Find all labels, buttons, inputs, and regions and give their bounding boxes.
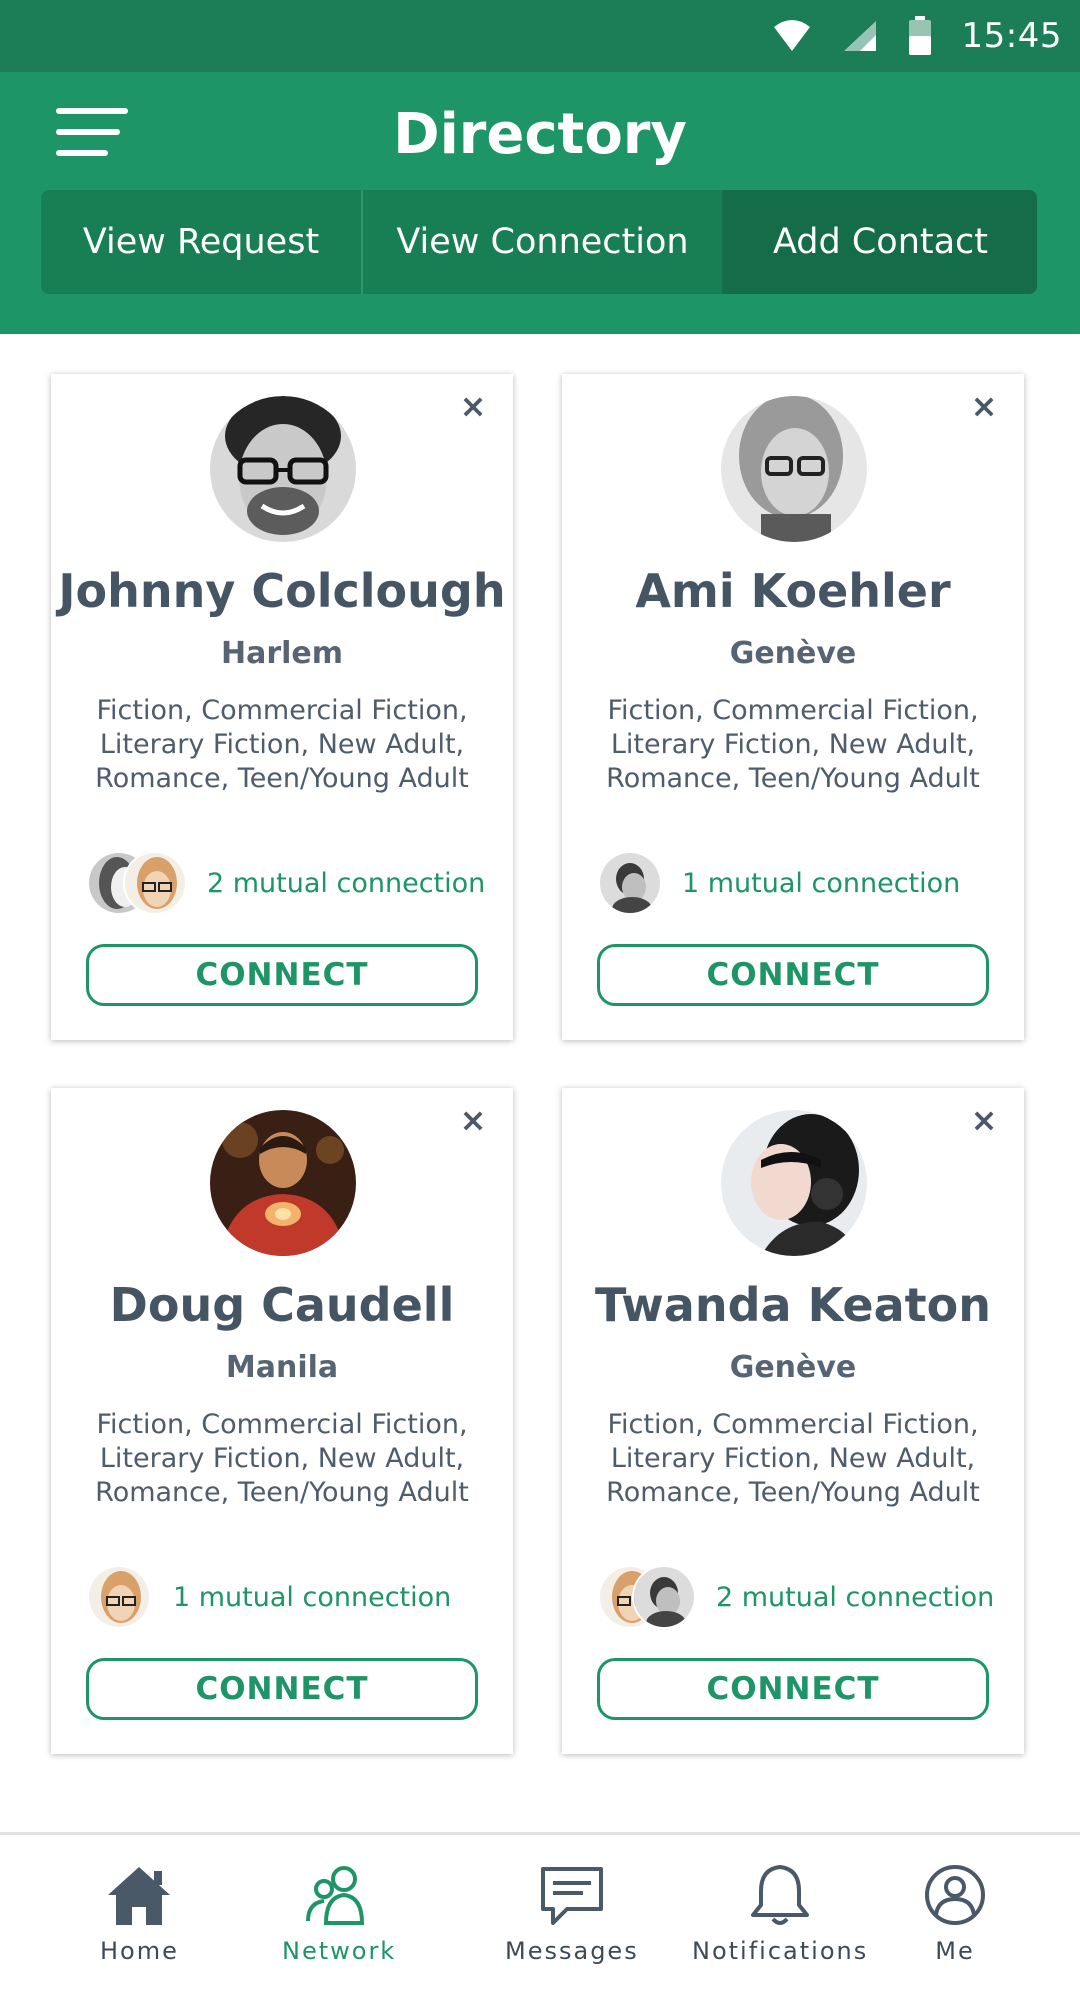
mutual-connection-text: 2 mutual connection [716, 1581, 995, 1613]
contact-card: × Johnny Colclough Harlem Fiction, Comme… [51, 374, 513, 1040]
nav-network[interactable]: Network [282, 1863, 396, 1965]
home-icon [108, 1867, 171, 1925]
messages-icon [540, 1867, 603, 1925]
mutual-avatar [598, 851, 662, 915]
network-icon [306, 1866, 365, 1925]
avatar [210, 1110, 356, 1256]
connect-button[interactable]: CONNECT [86, 944, 478, 1006]
nav-messages[interactable]: Messages [505, 1863, 639, 1965]
tab-add-contact[interactable]: Add Contact [724, 190, 1037, 294]
nav-notifications[interactable]: Notifications [692, 1863, 868, 1965]
mutual-connections[interactable]: 1 mutual connection [598, 848, 960, 918]
mutual-connections[interactable]: 2 mutual connection [598, 1562, 994, 1632]
contact-name[interactable]: Twanda Keaton [562, 1278, 1024, 1332]
profile-icon [925, 1865, 985, 1925]
contact-location: Harlem [220, 636, 344, 671]
contact-genres: Fiction, Commercial Fiction, Literary Fi… [606, 1409, 980, 1508]
connect-button[interactable]: CONNECT [86, 1658, 478, 1720]
wifi-icon [773, 20, 810, 51]
dismiss-icon[interactable]: × [962, 384, 1006, 428]
contact-card: × Twanda Keaton Genève Fiction, Commerci… [562, 1088, 1024, 1754]
nav-label-me: Me [935, 1937, 975, 1965]
mutual-avatar [123, 851, 187, 915]
nav-label-home: Home [100, 1937, 179, 1965]
contact-card: × Doug Caudell Manila Fiction, Commercia… [51, 1088, 513, 1754]
nav-label-messages: Messages [505, 1937, 639, 1965]
contact-name[interactable]: Ami Koehler [562, 564, 1024, 618]
tab-view-request[interactable]: View Request [41, 190, 363, 294]
contact-genres: Fiction, Commercial Fiction, Literary Fi… [95, 1409, 469, 1508]
mutual-connection-text: 1 mutual connection [682, 867, 961, 899]
mutual-avatars [598, 851, 662, 915]
avatar [721, 1110, 867, 1256]
signal-icon [843, 21, 876, 51]
nav-label-notifications: Notifications [692, 1937, 869, 1965]
mutual-avatar [632, 1565, 696, 1629]
contact-name[interactable]: Doug Caudell [51, 1278, 513, 1332]
mutual-connections[interactable]: 2 mutual connection [87, 848, 485, 918]
avatar [210, 396, 356, 542]
mutual-connections[interactable]: 1 mutual connection [87, 1562, 451, 1632]
tab-bar: View Request View Connection Add Contact [41, 190, 1037, 294]
contact-location: Genève [729, 636, 857, 671]
page-title: Directory [393, 102, 687, 167]
mutual-avatars [87, 851, 187, 915]
bottom-nav: Home Network Messages Notifications Me [0, 1832, 1080, 2000]
battery-icon [908, 16, 931, 55]
dismiss-icon[interactable]: × [962, 1098, 1006, 1142]
status-time: 15:45 [961, 16, 1062, 56]
nav-label-network: Network [282, 1937, 397, 1965]
avatar [721, 396, 867, 542]
nav-me[interactable]: Me [920, 1863, 990, 1965]
dismiss-icon[interactable]: × [451, 1098, 495, 1142]
contact-location: Manila [225, 1350, 339, 1385]
contact-genres: Fiction, Commercial Fiction, Literary Fi… [95, 695, 469, 794]
mutual-avatars [87, 1565, 151, 1629]
tab-view-connection[interactable]: View Connection [363, 190, 724, 294]
contact-location: Genève [729, 1350, 857, 1385]
app-header: Directory View Request View Connection A… [0, 72, 1080, 334]
connect-button[interactable]: CONNECT [597, 944, 989, 1006]
mutual-connection-text: 2 mutual connection [207, 867, 486, 899]
bell-icon [751, 1865, 810, 1925]
dismiss-icon[interactable]: × [451, 384, 495, 428]
nav-home[interactable]: Home [100, 1863, 179, 1965]
status-bar: 15:45 [0, 0, 1080, 72]
mutual-avatar [87, 1565, 151, 1629]
connect-button[interactable]: CONNECT [597, 1658, 989, 1720]
contact-card: × Ami Koehler Genève Fiction, Commercial… [562, 374, 1024, 1040]
mutual-avatars [598, 1565, 696, 1629]
contact-name[interactable]: Johnny Colclough [51, 564, 513, 618]
mutual-connection-text: 1 mutual connection [173, 1581, 452, 1613]
contact-genres: Fiction, Commercial Fiction, Literary Fi… [606, 695, 980, 794]
